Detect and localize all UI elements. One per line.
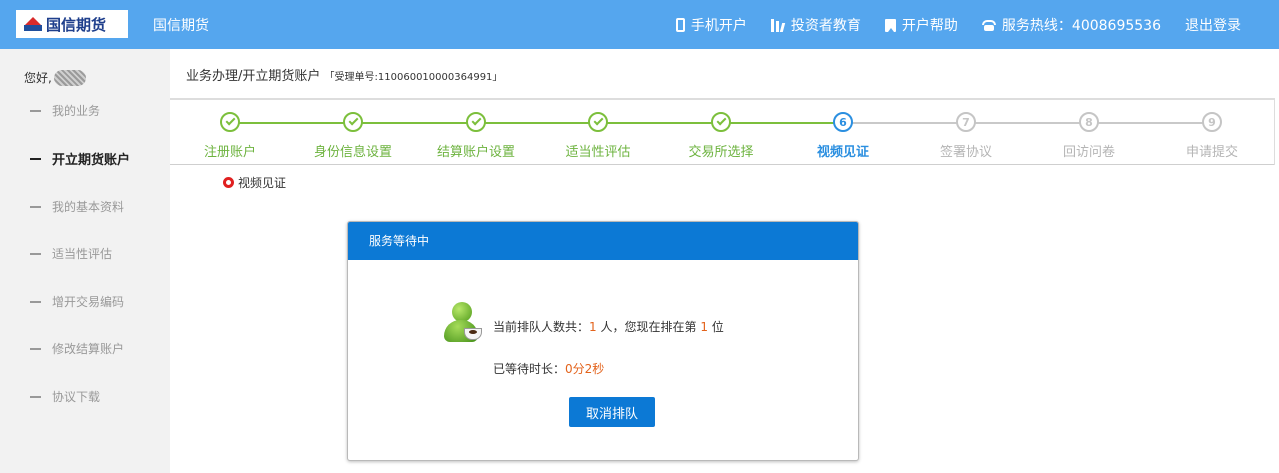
- logo-mark-icon: [24, 15, 42, 33]
- queue-mid: 人，您现在排在第: [600, 320, 697, 334]
- content-right-border: [1274, 98, 1275, 165]
- section-title: 视频见证: [223, 174, 286, 191]
- step-submit: 9 申请提交: [1152, 112, 1272, 160]
- check-icon: [588, 112, 608, 132]
- open-account-help-link[interactable]: 开户帮助: [884, 15, 958, 35]
- wait-time: 0分2秒: [565, 362, 605, 376]
- step-suitability[interactable]: 适当性评估: [538, 112, 658, 160]
- sidebar-item-label: 我的基本资料: [52, 200, 125, 214]
- telephone-icon: [981, 19, 996, 31]
- brand-logo[interactable]: 国信期货: [16, 10, 128, 38]
- dash-icon: [30, 157, 41, 160]
- waiting-dialog: 服务等待中 当前排队人数共：1 人，您现在排在第 1 位 已等待时长：0分2秒 …: [347, 221, 859, 461]
- investor-education-label: 投资者教育: [790, 18, 861, 34]
- queue-count: 1: [589, 320, 597, 334]
- sidebar-item-basic-info[interactable]: 我的基本资料: [30, 198, 124, 215]
- username-avatar: [53, 69, 86, 86]
- ticket-number: 「受理单号:110060010000364991」: [324, 72, 503, 83]
- step-label: 适当性评估: [565, 145, 631, 160]
- dash-icon: [30, 347, 41, 350]
- step-label: 注册账户: [203, 145, 256, 160]
- top-links: 手机开户 投资者教育 开户帮助 服务热线：4008695536 退出登录: [652, 15, 1241, 35]
- sidebar-item-label: 适当性评估: [52, 247, 113, 261]
- section-title-text: 视频见证: [238, 176, 287, 190]
- sidebar-item-label: 增开交易编码: [52, 295, 125, 309]
- dash-icon: [30, 109, 41, 112]
- sidebar-item-agreement-download[interactable]: 协议下载: [30, 388, 100, 405]
- open-account-help-label: 开户帮助: [901, 18, 958, 34]
- queue-suffix: 位: [711, 320, 724, 334]
- check-icon: [343, 112, 363, 132]
- sidebar-item-add-trading-code[interactable]: 增开交易编码: [30, 293, 124, 310]
- step-number: 8: [1079, 112, 1099, 132]
- sidebar-item-label: 协议下载: [52, 390, 101, 404]
- logo-text: 国信期货: [46, 15, 107, 34]
- customer-service-agent-icon: [443, 302, 487, 344]
- sidebar-item-modify-settlement[interactable]: 修改结算账户: [30, 340, 124, 357]
- books-icon: [770, 18, 786, 32]
- step-register[interactable]: 注册账户: [170, 112, 290, 160]
- check-icon: [466, 112, 486, 132]
- step-label: 交易所选择: [688, 145, 754, 160]
- greeting: 您好,: [24, 69, 86, 86]
- service-hotline-label: 服务热线：4008695536: [1001, 18, 1161, 34]
- wait-prefix: 已等待时长：: [493, 362, 566, 376]
- top-navbar: 国信期货 国信期货 手机开户 投资者教育 开户帮助 服务热线：400869553…: [0, 0, 1279, 49]
- sidebar: 您好, 我的业务 开立期货账户 我的基本资料 适当性评估 增开交易编码 修改结算…: [0, 49, 170, 473]
- dash-icon: [30, 252, 41, 255]
- check-icon: [711, 112, 731, 132]
- step-number: 7: [956, 112, 976, 132]
- step-exchange[interactable]: 交易所选择: [661, 112, 781, 160]
- step-sign: 7 签署协议: [906, 112, 1026, 160]
- dash-icon: [30, 300, 41, 303]
- mobile-open-account-label: 手机开户: [690, 18, 747, 34]
- step-number: 9: [1202, 112, 1222, 132]
- step-label: 回访问卷: [1062, 145, 1115, 160]
- record-ring-icon: [223, 177, 234, 188]
- greeting-text: 您好,: [24, 71, 52, 85]
- progress-steps: 注册账户 身份信息设置 结算账户设置 适当性评估 交易所选择 6 视频见证 7 …: [170, 100, 1275, 165]
- breadcrumb: 业务办理/开立期货账户 「受理单号:110060010000364991」: [186, 65, 502, 84]
- breadcrumb-path: 业务办理/开立期货账户: [186, 69, 321, 84]
- dialog-title: 服务等待中: [348, 222, 858, 260]
- queue-prefix: 当前排队人数共：: [493, 320, 590, 334]
- step-label: 身份信息设置: [313, 145, 392, 160]
- mobile-open-account-link[interactable]: 手机开户: [675, 15, 747, 35]
- step-label: 结算账户设置: [436, 145, 515, 160]
- dash-icon: [30, 205, 41, 208]
- queue-status: 当前排队人数共：1 人，您现在排在第 1 位: [493, 318, 724, 335]
- help-book-icon: [884, 18, 896, 32]
- app-name[interactable]: 国信期货: [153, 15, 209, 35]
- sidebar-item-label: 开立期货账户: [52, 153, 131, 168]
- sidebar-item-label: 我的业务: [52, 104, 101, 118]
- queue-position: 1: [700, 320, 708, 334]
- cancel-queue-button[interactable]: 取消排队: [569, 397, 655, 427]
- step-label: 申请提交: [1185, 145, 1238, 160]
- check-icon: [220, 112, 240, 132]
- step-settlement[interactable]: 结算账户设置: [416, 112, 536, 160]
- phone-icon: [675, 18, 685, 32]
- sidebar-item-suitability[interactable]: 适当性评估: [30, 245, 112, 262]
- step-identity[interactable]: 身份信息设置: [293, 112, 413, 160]
- sidebar-item-open-futures-account[interactable]: 开立期货账户: [30, 149, 130, 168]
- sidebar-item-label: 修改结算账户: [52, 342, 125, 356]
- step-questionnaire: 8 回访问卷: [1029, 112, 1149, 160]
- step-label: 签署协议: [939, 145, 992, 160]
- dash-icon: [30, 395, 41, 398]
- logout-link[interactable]: 退出登录: [1185, 15, 1241, 35]
- step-video[interactable]: 6 视频见证: [783, 112, 903, 160]
- step-number: 6: [833, 112, 853, 132]
- logout-label: 退出登录: [1185, 18, 1241, 34]
- wait-status: 已等待时长：0分2秒: [493, 360, 604, 377]
- sidebar-item-my-business[interactable]: 我的业务: [30, 102, 100, 119]
- step-label: 视频见证: [816, 145, 869, 160]
- service-hotline[interactable]: 服务热线：4008695536: [981, 15, 1161, 35]
- investor-education-link[interactable]: 投资者教育: [770, 15, 861, 35]
